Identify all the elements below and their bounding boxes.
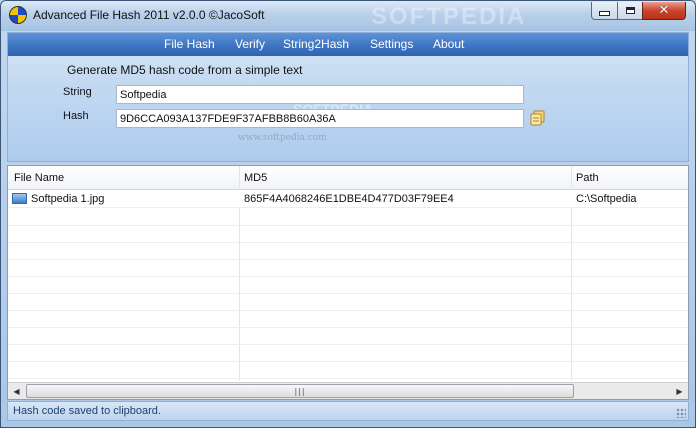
hash-output-field[interactable]: 9D6CCA093A137FDE9F37AFBB8B60A36A [116, 109, 524, 128]
table-row[interactable] [8, 259, 688, 277]
scroll-left-icon[interactable]: ◀ [8, 383, 25, 399]
scrollbar-thumb[interactable]: ||| [26, 384, 574, 398]
menu-file-hash[interactable]: File Hash [164, 37, 215, 51]
image-file-icon [12, 193, 27, 204]
maximize-icon [625, 7, 635, 14]
app-window: Advanced File Hash 2011 v2.0.0 ©JacoSoft… [0, 0, 696, 428]
table-row[interactable] [8, 310, 688, 328]
minimize-button[interactable] [591, 2, 618, 20]
scroll-right-icon[interactable]: ▶ [671, 383, 688, 399]
cell-md5: 865F4A4068246E1DBE4D477D03F79EE4 [244, 193, 454, 205]
copy-to-clipboard-icon[interactable] [530, 110, 546, 126]
window-title: Advanced File Hash 2011 v2.0.0 ©JacoSoft [33, 8, 265, 22]
close-icon: ✕ [658, 3, 670, 18]
resize-grip-icon[interactable] [676, 408, 686, 418]
close-button[interactable]: ✕ [642, 2, 686, 20]
cell-path: C:\Softpedia [576, 193, 637, 205]
string-label: String [63, 86, 92, 98]
app-icon[interactable] [9, 6, 27, 24]
title-bar[interactable]: Advanced File Hash 2011 v2.0.0 ©JacoSoft… [1, 1, 695, 31]
section-title: Generate MD5 hash code from a simple tex… [67, 63, 303, 77]
menu-settings[interactable]: Settings [370, 37, 413, 51]
watermark-url: www.softpedia.com [238, 133, 327, 143]
minimize-icon [599, 11, 610, 16]
hash-panel: File Hash Verify String2Hash Settings Ab… [7, 32, 689, 162]
menu-verify[interactable]: Verify [235, 37, 265, 51]
column-header-path[interactable]: Path [576, 172, 599, 184]
table-row[interactable] [8, 344, 688, 362]
horizontal-scrollbar[interactable]: ◀ ||| ▶ [8, 382, 688, 399]
table-row[interactable] [8, 225, 688, 243]
table-row[interactable] [8, 208, 688, 226]
cell-file-name: Softpedia 1.jpg [31, 193, 105, 205]
table-header: File Name MD5 Path [8, 166, 688, 190]
file-hash-table: File Name MD5 Path Softpedia 1.jpg 865F4… [7, 165, 689, 400]
watermark-logo: SOFTPEDIA [371, 3, 527, 30]
table-row[interactable] [8, 361, 688, 379]
hash-label: Hash [63, 110, 89, 122]
menu-about[interactable]: About [433, 37, 464, 51]
maximize-button[interactable] [617, 2, 643, 20]
menu-string2hash[interactable]: String2Hash [283, 37, 349, 51]
table-row[interactable] [8, 242, 688, 260]
menu-bar: File Hash Verify String2Hash Settings Ab… [8, 33, 688, 56]
column-header-file-name[interactable]: File Name [14, 172, 64, 184]
status-bar: Hash code saved to clipboard. [7, 401, 689, 421]
column-header-md5[interactable]: MD5 [244, 172, 267, 184]
table-row[interactable] [8, 293, 688, 311]
status-text: Hash code saved to clipboard. [13, 405, 161, 417]
table-row[interactable] [8, 276, 688, 294]
table-row[interactable] [8, 327, 688, 345]
table-row[interactable]: Softpedia 1.jpg 865F4A4068246E1DBE4D477D… [8, 190, 688, 208]
